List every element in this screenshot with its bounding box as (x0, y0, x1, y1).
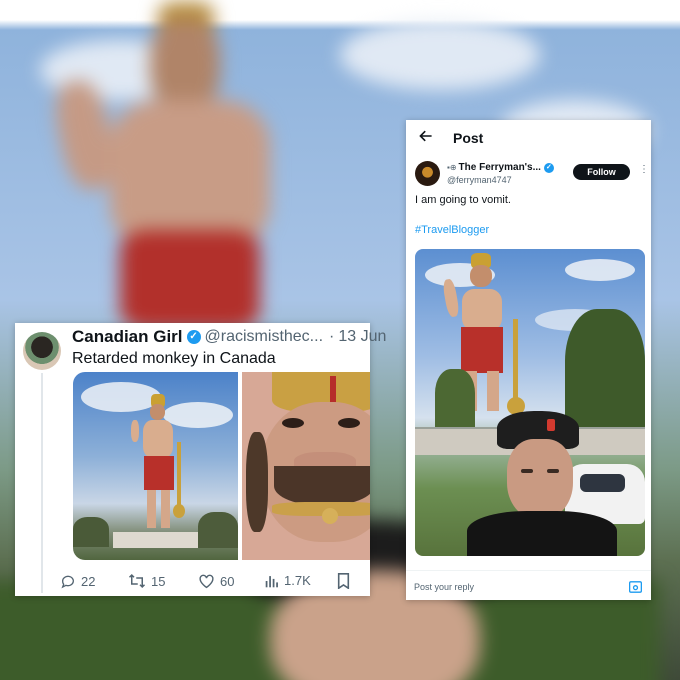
tweet-date[interactable]: 13 Jun (338, 328, 386, 346)
divider (406, 570, 651, 571)
image-icon[interactable] (629, 581, 642, 593)
views-count: 1.7K (284, 573, 311, 588)
statue-face-photo[interactable] (242, 372, 370, 560)
author-name[interactable]: Canadian Girl (72, 327, 183, 347)
thread-line (41, 373, 43, 593)
repost-icon (128, 573, 146, 589)
views-action[interactable]: 1.7K (265, 573, 311, 588)
follow-button[interactable]: Follow (573, 164, 630, 180)
bookmark-icon (337, 573, 350, 589)
post-top-bar: Post (406, 120, 651, 154)
quoted-tweet-card[interactable]: Canadian Girl ✓ @racismisthec... · 13 Ju… (15, 323, 386, 596)
tweet-text: Retarded monkey in Canada (72, 350, 276, 367)
separator-dot: · (329, 328, 335, 345)
author-row: ▪⊕ The Ferryman's... ✓ (447, 162, 554, 173)
like-action[interactable]: 60 (198, 573, 234, 589)
reply-input[interactable]: Post your reply (414, 582, 474, 592)
tweet-media[interactable] (73, 372, 370, 560)
author-handle[interactable]: @racismisthec... (205, 328, 323, 346)
post-card: Post ▪⊕ The Ferryman's... ✓ @ferryman474… (406, 120, 651, 600)
like-icon (199, 574, 214, 589)
flag-icons: ▪⊕ (447, 163, 457, 172)
author-handle[interactable]: @ferryman4747 (447, 175, 512, 185)
reply-action[interactable]: 22 (60, 573, 95, 589)
views-icon (265, 575, 278, 587)
reply-icon (61, 575, 74, 589)
repost-action[interactable]: 15 (128, 573, 165, 589)
tweet-header: Canadian Girl ✓ @racismisthec... · 13 Ju… (72, 327, 386, 347)
like-count: 60 (220, 573, 235, 589)
verified-icon: ✓ (186, 330, 201, 344)
statue-photo[interactable] (73, 372, 238, 560)
avatar[interactable] (415, 161, 440, 186)
hashtag-link[interactable]: #TravelBlogger (415, 224, 489, 236)
page-title: Post (453, 130, 484, 146)
post-photo[interactable] (415, 249, 645, 556)
post-text: I am going to vomit. (415, 194, 511, 206)
author-name[interactable]: The Ferryman's... (459, 162, 541, 173)
repost-count: 15 (151, 573, 166, 589)
tweet-actions: 22 15 60 1.7K (60, 573, 360, 595)
reply-count: 22 (81, 573, 96, 589)
back-arrow-icon[interactable] (418, 128, 434, 144)
bookmark-action[interactable] (337, 573, 355, 589)
more-icon[interactable]: ⋮ (639, 164, 649, 175)
avatar[interactable] (23, 332, 61, 370)
verified-icon: ✓ (543, 162, 554, 173)
